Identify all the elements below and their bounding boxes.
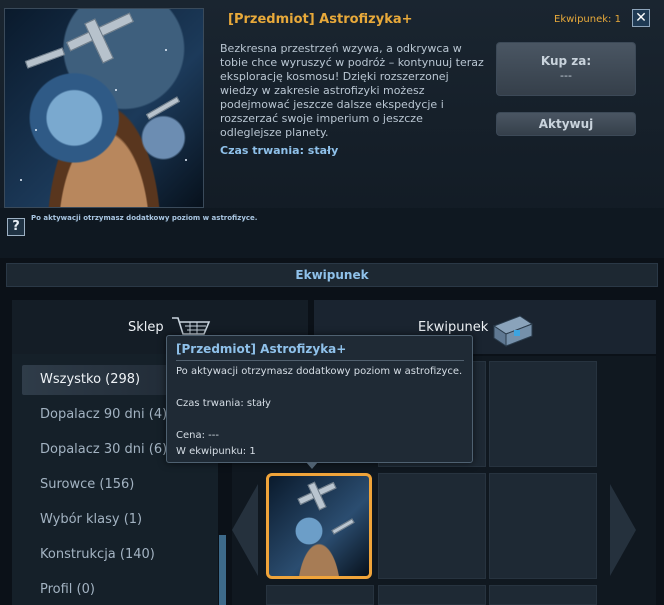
- help-icon[interactable]: ?: [7, 218, 25, 236]
- item-slot[interactable]: [378, 473, 486, 579]
- selected-item-slot[interactable]: [266, 473, 372, 579]
- item-description: Bezkresna przestrzeń wzywa, a odkrywca w…: [220, 42, 484, 139]
- close-icon[interactable]: ✕: [632, 9, 650, 27]
- category-construction[interactable]: Konstrukcja (140): [22, 540, 218, 570]
- category-resources[interactable]: Surowce (156): [22, 470, 218, 500]
- tooltip-owned: W ekwipunku: 1: [176, 446, 256, 457]
- scroll-left-arrow[interactable]: [232, 484, 258, 576]
- tooltip-divider: [176, 360, 464, 361]
- buy-button[interactable]: Kup za: ---: [496, 42, 636, 96]
- item-tooltip: [Przedmiot] Astrofizyka+ Po aktywacji ot…: [166, 335, 473, 463]
- category-profile[interactable]: Profil (0): [22, 575, 218, 605]
- item-slot[interactable]: [266, 585, 374, 605]
- owned-count: Ekwipunek: 1: [554, 14, 621, 25]
- tooltip-price: Cena: ---: [176, 430, 219, 441]
- item-detail-panel: [Przedmiot] Astrofizyka+ Ekwipunek: 1 ✕ …: [0, 0, 664, 258]
- category-scrollbar[interactable]: [219, 535, 226, 605]
- tab-inventory-label: Ekwipunek: [418, 320, 489, 335]
- item-title: [Przedmiot] Astrofizyka+: [228, 12, 413, 27]
- buy-price: ---: [560, 69, 572, 82]
- item-slot[interactable]: [489, 585, 597, 605]
- equipment-header: Ekwipunek: [6, 263, 658, 287]
- item-slot[interactable]: [489, 473, 597, 579]
- tooltip-pointer: [306, 462, 318, 469]
- buy-button-label: Kup za:: [540, 54, 592, 68]
- scroll-right-arrow[interactable]: [610, 484, 636, 576]
- tooltip-title: [Przedmiot] Astrofizyka+: [176, 342, 347, 356]
- item-duration: Czas trwania: stały: [220, 144, 339, 157]
- activate-button[interactable]: Aktywuj: [496, 112, 636, 136]
- category-class-choice[interactable]: Wybór klasy (1): [22, 505, 218, 535]
- item-slot[interactable]: [378, 585, 486, 605]
- tab-shop-label: Sklep: [128, 320, 164, 335]
- help-text: Po aktywacji otrzymasz dodatkowy poziom …: [31, 214, 258, 222]
- tooltip-text: Po aktywacji otrzymasz dodatkowy poziom …: [176, 366, 463, 377]
- tooltip-duration: Czas trwania: stały: [176, 398, 271, 409]
- item-image: [4, 8, 204, 208]
- chest-icon: [492, 315, 534, 347]
- item-slot[interactable]: [489, 361, 597, 467]
